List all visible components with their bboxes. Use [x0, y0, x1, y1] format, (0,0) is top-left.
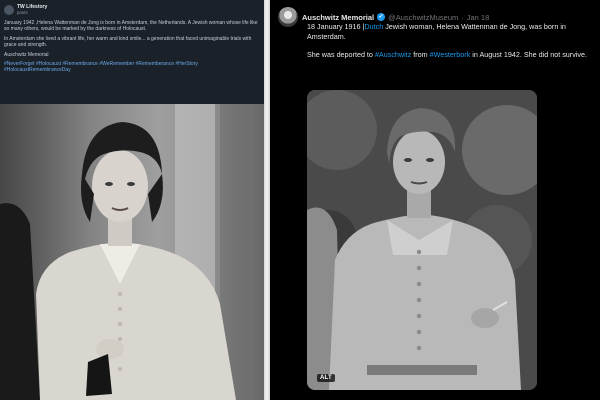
text-span: from — [411, 50, 430, 59]
left-post-photo[interactable] — [0, 104, 264, 400]
left-post: TW Lifestory posts January 1942 ,Helena … — [0, 0, 264, 104]
left-post-paragraph: In Amsterdam she lived a vibrant life, h… — [4, 35, 252, 49]
hashtag-link[interactable]: #Auschwitz — [375, 50, 411, 59]
tweet-paragraph: She was deported to #Auschwitz from #Wes… — [307, 50, 597, 60]
author-name[interactable]: Auschwitz Memorial — [302, 13, 374, 22]
tweet-timestamp[interactable]: Jan 18 — [467, 13, 490, 22]
hashtag-link[interactable]: #Westerbork — [430, 50, 471, 59]
author-handle[interactable]: @AuschwitzMuseum — [388, 13, 458, 22]
author-row: Auschwitz Memorial ✓ @AuschwitzMuseum · … — [302, 13, 489, 22]
text-span: 18 January 1916 | — [307, 22, 365, 31]
auschwitz-memorial-avatar[interactable] — [278, 7, 298, 27]
tweet-paragraph: 18 January 1916 |Dutch Jewish woman, Hel… — [307, 22, 597, 41]
tweet-text: 18 January 1916 |Dutch Jewish woman, Hel… — [307, 22, 597, 69]
text-span: in August 1942. She did not survive. — [470, 50, 587, 59]
tweet-panel: Auschwitz Memorial ✓ @AuschwitzMuseum · … — [270, 0, 600, 400]
tweet-photo[interactable]: ALT — [307, 90, 537, 390]
verified-badge-icon: ✓ — [377, 13, 386, 21]
separator-dot: · — [461, 12, 464, 22]
left-post-avatar[interactable] — [4, 5, 14, 15]
left-post-paragraph: January 1942 ,Helena Wattenman de Jong i… — [4, 20, 258, 33]
left-post-header: TW Lifestory posts — [4, 3, 260, 17]
hashtag-link[interactable]: Dutch — [364, 22, 383, 31]
left-post-hashtags[interactable]: #NeverForget #Holocaust #Remembrance #We… — [4, 61, 260, 74]
left-post-sub: posts — [17, 10, 28, 15]
text-span: She was deported to — [307, 50, 375, 59]
alt-text-badge[interactable]: ALT — [317, 374, 335, 382]
left-post-panel: TW Lifestory posts January 1942 ,Helena … — [0, 0, 264, 400]
left-post-paragraph: Auschwitz Memorial — [4, 51, 49, 58]
